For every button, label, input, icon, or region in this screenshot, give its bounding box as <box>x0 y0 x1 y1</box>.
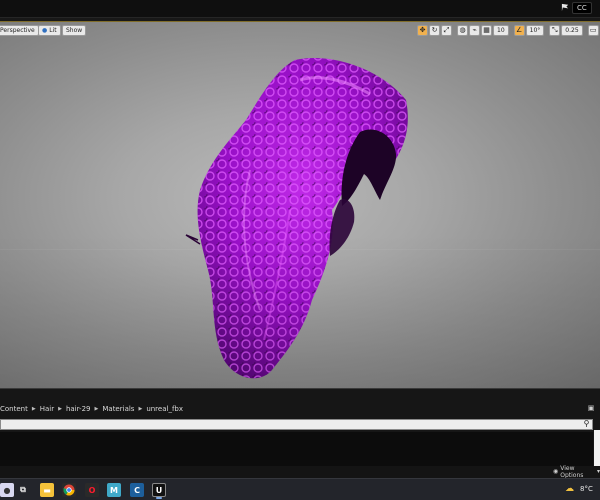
asset-search-field[interactable] <box>0 419 593 439</box>
perspective-label: Perspective <box>0 27 35 34</box>
perspective-button[interactable]: Perspective <box>0 25 39 36</box>
marmoset-icon[interactable]: M <box>107 483 121 497</box>
editor-top-strip: CC <box>0 0 600 18</box>
content-browser: Content ▶ Hair ▶ hair-29 ▶ Materials ▶ u… <box>0 402 600 466</box>
chevron-right-icon: ▶ <box>31 406 36 412</box>
task-view-icon[interactable]: ⧉ <box>16 483 30 497</box>
lock-icon[interactable]: ▣ <box>586 404 596 414</box>
scale-tool-icon[interactable]: ⤢ <box>441 25 452 36</box>
breadcrumb-hair-29[interactable]: hair-29 <box>66 403 91 415</box>
chevron-right-icon: ▶ <box>94 406 99 412</box>
file-explorer-icon[interactable]: ▬ <box>40 483 54 497</box>
grid-snap-icon[interactable]: ▦ <box>481 25 492 36</box>
breadcrumb-content[interactable]: Content <box>0 403 28 415</box>
breadcrumb-materials[interactable]: Materials <box>102 403 134 415</box>
source-control-badge[interactable]: CC <box>572 2 592 14</box>
notification-flag-icon[interactable] <box>561 3 570 12</box>
horizon-line <box>0 248 600 250</box>
lit-button[interactable]: ● Lit <box>38 25 61 36</box>
windows-taskbar: ● ⧉ ▬ O M C U ☁ 8°C <box>0 478 600 500</box>
breadcrumb-unreal-fbx[interactable]: unreal_fbx <box>146 403 183 415</box>
unreal-engine-icon[interactable]: U <box>152 483 166 499</box>
rotation-snap-value[interactable]: 10° <box>525 25 545 36</box>
asset-grid[interactable] <box>0 432 593 466</box>
chevron-right-icon: ▶ <box>138 406 143 412</box>
search-icon[interactable]: ⚲ <box>581 419 592 430</box>
lit-label: Lit <box>49 27 57 34</box>
view-options-label: View Options <box>560 464 584 479</box>
lit-sphere-icon: ● <box>42 27 48 34</box>
opera-icon[interactable]: O <box>85 483 99 497</box>
scale-snap-value[interactable]: 0.25 <box>561 25 583 36</box>
breadcrumb-hair[interactable]: Hair <box>40 403 54 415</box>
show-label: Show <box>66 27 83 34</box>
show-button[interactable]: Show <box>62 25 87 36</box>
hair-mesh-preview[interactable] <box>180 50 420 388</box>
surface-snap-icon[interactable]: ⌁ <box>469 25 480 36</box>
eye-icon: ◉ <box>553 468 559 475</box>
unreal-editor-window: CC Perspective ● Lit Show ✥ ↻ ⤢ ◍ ⌁ ▦ 10… <box>0 0 600 500</box>
chevron-right-icon: ▶ <box>58 406 62 412</box>
grid-snap-value[interactable]: 10 <box>493 25 509 36</box>
scale-snap-icon[interactable]: ⤡ <box>549 25 561 36</box>
chrome-icon[interactable] <box>62 483 76 497</box>
translate-tool-icon[interactable]: ✥ <box>417 25 428 36</box>
rotation-snap-icon[interactable]: ∠ <box>513 25 525 36</box>
rotate-tool-icon[interactable]: ↻ <box>429 25 440 36</box>
viewport-bottom-bar <box>0 388 600 402</box>
view-options-button[interactable]: ◉ View Options ▾ <box>553 464 600 479</box>
user-avatar-icon[interactable]: ● <box>0 483 14 497</box>
level-viewport[interactable]: Perspective ● Lit Show ✥ ↻ ⤢ ◍ ⌁ ▦ 10 ∠ … <box>0 22 600 388</box>
weather-cloud-icon[interactable]: ☁ <box>565 484 574 494</box>
breadcrumb: Content ▶ Hair ▶ hair-29 ▶ Materials ▶ u… <box>0 402 183 416</box>
temperature-readout: 8°C <box>580 485 593 493</box>
cinema4d-icon[interactable]: C <box>130 483 144 497</box>
world-space-icon[interactable]: ◍ <box>457 25 468 36</box>
camera-speed-icon[interactable]: ▭ <box>587 25 599 36</box>
asset-scrollbar[interactable] <box>594 430 600 466</box>
transform-toolbar: ✥ ↻ ⤢ ◍ ⌁ ▦ 10 ∠ 10° ⤡ 0.25 ▭ 2 <box>417 25 600 36</box>
